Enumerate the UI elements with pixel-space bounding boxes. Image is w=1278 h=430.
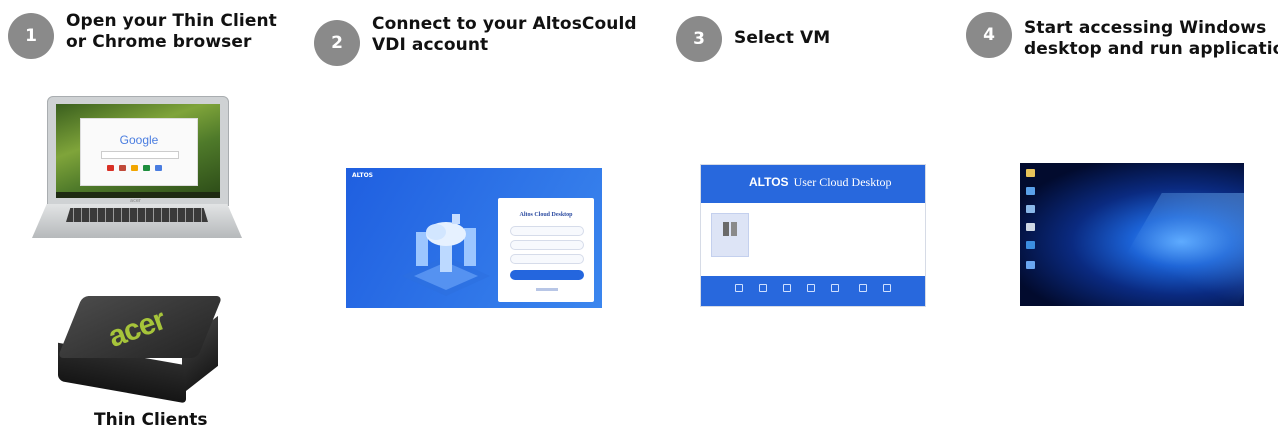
browser-window: Google (80, 118, 198, 186)
reboot-icon[interactable] (807, 284, 815, 292)
vm-header: ALTOS User Cloud Desktop (701, 165, 925, 203)
vm-toolbar (701, 276, 925, 306)
altos-logo: ALTOS (749, 175, 789, 189)
app-icon (107, 165, 114, 171)
select-vm-screen: ALTOS User Cloud Desktop (700, 164, 926, 307)
step-1-badge: 1 (8, 13, 54, 59)
forgot-link[interactable] (536, 288, 558, 291)
step-4: 4 Start accessing Windows desktop and ru… (966, 12, 1278, 60)
app-icon (143, 165, 150, 171)
restore-icon[interactable] (831, 284, 839, 292)
cloud-server-illustration-icon (402, 214, 490, 296)
desktop-icon[interactable] (1026, 187, 1035, 195)
vm-header-title: ALTOS User Cloud Desktop (749, 175, 892, 190)
change-pwd-icon[interactable] (859, 284, 867, 292)
folder-icon[interactable] (1026, 169, 1035, 177)
exit-icon[interactable] (883, 284, 891, 292)
chromebook-laptop-image: Google acer (32, 96, 242, 242)
laptop-brand: acer (130, 198, 141, 204)
step-2: 2 Connect to your AltosCould VDI account (314, 14, 637, 66)
laptop-screen: Google (56, 104, 220, 198)
step-2-text: Connect to your AltosCould VDI account (372, 14, 637, 56)
windows-icon (723, 222, 737, 236)
step-3-line1: Select VM (734, 28, 831, 48)
step-4-line1: Start accessing Windows (1024, 18, 1267, 38)
altos-logo: ALTOS (352, 172, 373, 179)
app-icon (155, 165, 162, 171)
password-field[interactable] (510, 240, 584, 250)
laptop-lid: Google (47, 96, 229, 206)
username-field[interactable] (510, 226, 584, 236)
login-panel: Altos Cloud Desktop (498, 198, 594, 302)
step-4-line2: desktop and run applications (1024, 39, 1278, 59)
server-select[interactable] (510, 254, 584, 264)
vm-tile[interactable] (711, 213, 749, 257)
google-search-box (101, 151, 179, 159)
app-icon (131, 165, 138, 171)
app-shortcuts (107, 165, 162, 171)
google-logo-text: Google (119, 133, 159, 147)
step-1-text: Open your Thin Client or Chrome browser (66, 11, 277, 53)
desktop-icon[interactable] (1026, 261, 1035, 269)
start-icon[interactable] (759, 284, 767, 292)
vm-title-text: User Cloud Desktop (793, 175, 892, 189)
step-1-line1: Open your Thin Client (66, 11, 277, 31)
windows-desktop-screen (1020, 163, 1244, 306)
altos-login-screen: ALTOS Altos Cloud Desktop (346, 168, 602, 308)
wallpaper-light (1098, 193, 1244, 303)
login-button[interactable] (510, 270, 584, 280)
step-2-line1: Connect to your AltosCould (372, 14, 637, 34)
app-icon (119, 165, 126, 171)
desktop-icon[interactable] (1026, 223, 1035, 231)
login-title: Altos Cloud Desktop (519, 212, 573, 218)
thin-client-device-image: acer (52, 296, 223, 404)
shutdown-icon[interactable] (783, 284, 791, 292)
step-1-line2: or Chrome browser (66, 32, 252, 52)
step-3-text: Select VM (734, 28, 830, 49)
step-2-badge: 2 (314, 20, 360, 66)
desktop-icon[interactable] (1026, 241, 1035, 249)
step-4-text: Start accessing Windows desktop and run … (1024, 18, 1278, 60)
step-1: 1 Open your Thin Client or Chrome browse… (8, 11, 277, 59)
laptop-keyboard (66, 208, 208, 222)
step-4-badge: 4 (966, 12, 1012, 58)
desktop-icon[interactable] (1026, 205, 1035, 213)
step-2-line2: VDI account (372, 35, 489, 55)
thin-clients-caption: Thin Clients (94, 410, 208, 430)
step-3: 3 Select VM (676, 16, 830, 62)
logout-icon[interactable] (735, 284, 743, 292)
step-3-badge: 3 (676, 16, 722, 62)
